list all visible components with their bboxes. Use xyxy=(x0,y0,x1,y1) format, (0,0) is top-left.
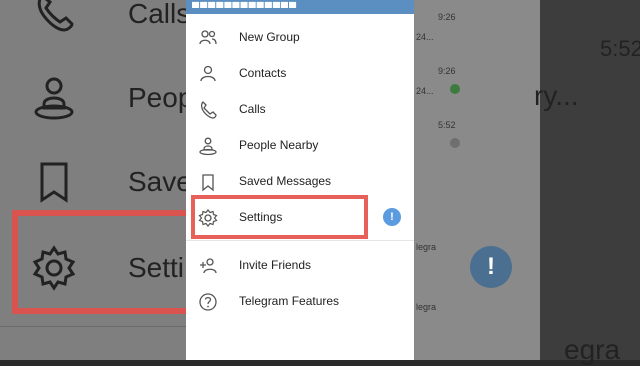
chat-snippet: legra xyxy=(416,242,437,252)
chat-snippet-large: egra xyxy=(564,334,621,365)
add-person-icon xyxy=(200,258,217,274)
menu-item-label: People Nearby xyxy=(239,138,319,152)
pin-dot xyxy=(450,138,460,148)
chat-snippet: legra xyxy=(416,302,437,312)
floating-action-button[interactable]: ! xyxy=(470,246,512,288)
bg-settings-highlight xyxy=(12,210,186,314)
menu-item-contacts[interactable]: Contacts xyxy=(186,56,414,92)
menu-item-calls[interactable]: Calls xyxy=(186,92,414,128)
bookmark-icon xyxy=(202,174,214,192)
phone-icon xyxy=(200,101,217,119)
menu-divider xyxy=(186,240,414,241)
menu-item-label: Contacts xyxy=(239,66,287,80)
chat-snippet-large: ry... xyxy=(534,80,579,111)
question-icon xyxy=(199,293,217,311)
nearby-icon xyxy=(34,77,74,120)
people-icon xyxy=(199,30,217,45)
settings-highlight-box xyxy=(191,195,368,239)
header-decoration: ▀▀▀▀▀▀▀▀▀▀▀▀▀ xyxy=(192,3,298,14)
settings-alert-badge: ! xyxy=(383,208,401,226)
chat-time: 9:26 xyxy=(438,12,456,22)
bg-row-calls: Calls xyxy=(0,0,186,54)
unread-dot xyxy=(450,84,460,94)
menu-item-people-nearby[interactable]: People Nearby xyxy=(186,128,414,164)
chat-time: 5:52 xyxy=(438,120,456,130)
chat-time-large: 5:52 xyxy=(600,36,640,61)
menu-item-label: Invite Friends xyxy=(239,258,312,272)
chat-snippet: 24... xyxy=(416,86,434,96)
background-chat-zoom: 5:52 ry... egra xyxy=(534,0,640,365)
chat-time: 9:26 xyxy=(438,66,456,76)
nearby-icon xyxy=(199,137,217,156)
menu-item-label: New Group xyxy=(239,30,300,44)
bg-row-label: Save xyxy=(128,166,186,197)
bookmark-icon xyxy=(40,162,68,203)
phone-icon xyxy=(37,0,74,32)
bg-row-label: Peop xyxy=(128,82,186,113)
navigation-drawer: ▀▀▀▀▀▀▀▀▀▀▀▀▀ New Group Contacts Calls P… xyxy=(186,0,414,360)
person-icon xyxy=(200,65,216,82)
bg-row-people: Peop xyxy=(0,58,186,138)
menu-item-label: Calls xyxy=(239,102,266,116)
chat-snippet: 24... xyxy=(416,32,434,42)
menu-item-label: Telegram Features xyxy=(239,294,340,308)
menu-item-invite-friends[interactable]: Invite Friends xyxy=(186,248,414,284)
menu-item-telegram-features[interactable]: Telegram Features xyxy=(186,284,414,320)
menu-item-label: Saved Messages xyxy=(239,174,332,188)
menu-item-new-group[interactable]: New Group xyxy=(186,20,414,56)
drawer-header: ▀▀▀▀▀▀▀▀▀▀▀▀▀ xyxy=(186,0,414,14)
bg-row-label: Calls xyxy=(128,0,186,29)
divider xyxy=(0,326,186,327)
background-chat-list: 9:26 24... 9:26 24... 5:52 legra legra xyxy=(414,0,540,360)
background-left-panel: Calls Peop Save Setti xyxy=(0,0,186,360)
